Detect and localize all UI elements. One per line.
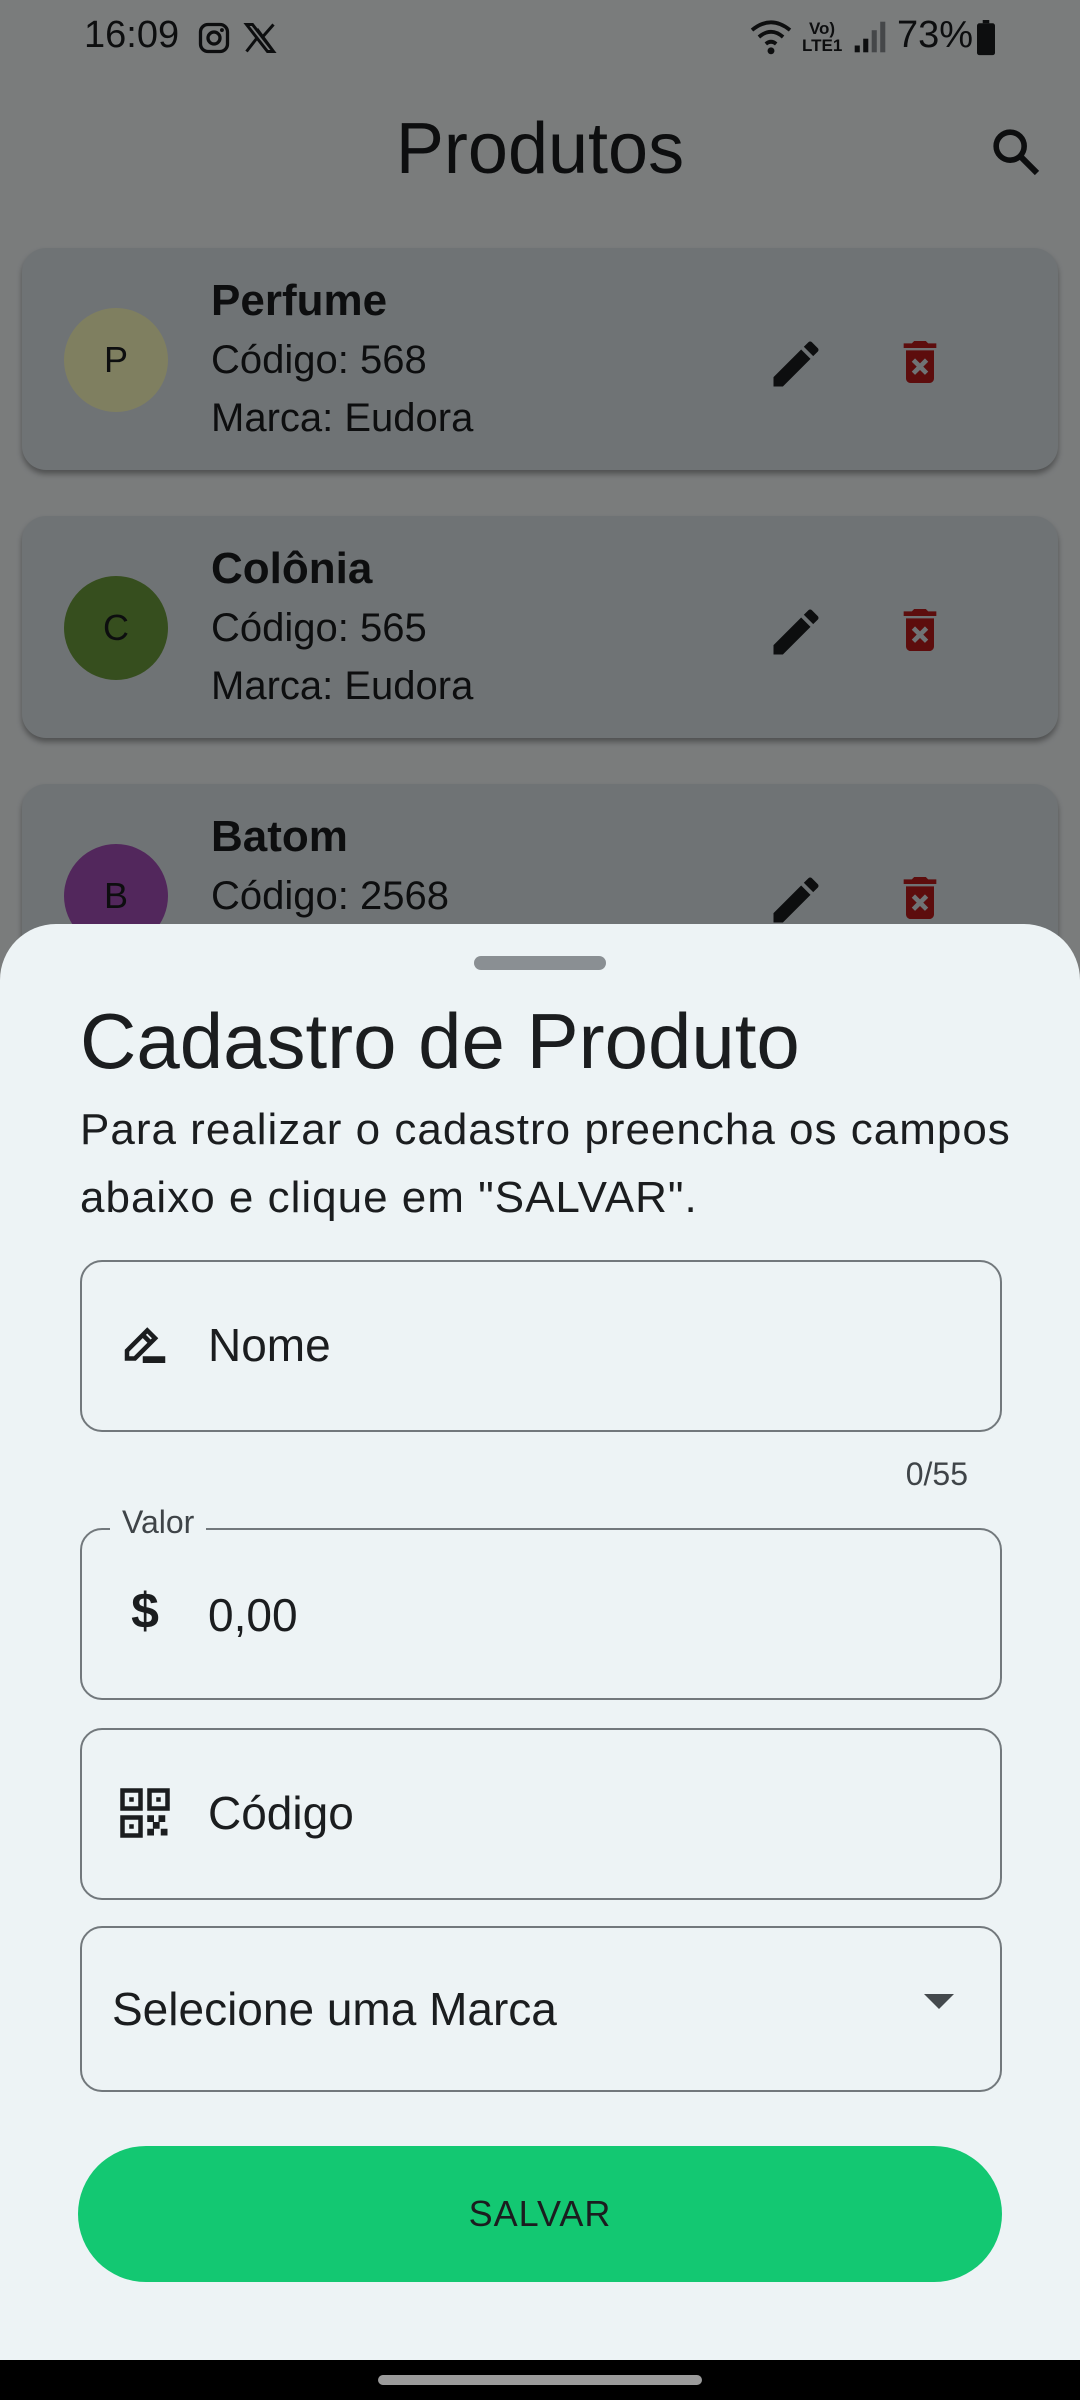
- bottom-sheet: Cadastro de Produto Para realizar o cada…: [0, 924, 1080, 2360]
- qr-code-icon: [118, 1786, 172, 1840]
- save-button[interactable]: SALVAR: [78, 2146, 1002, 2282]
- dropdown-arrow-icon: [924, 1994, 954, 2009]
- name-char-counter: 0/55: [905, 1456, 968, 1492]
- name-field[interactable]: Nome: [80, 1260, 1002, 1432]
- brand-select-placeholder: Selecione uma Marca: [112, 1983, 557, 2035]
- value-field[interactable]: Valor $ 0,00: [80, 1504, 1002, 1700]
- code-field[interactable]: Código: [80, 1728, 1002, 1900]
- code-placeholder: Código: [208, 1787, 354, 1839]
- app-screen: 16:09 Vo) LTE1 73% Produtos P Perfume Có…: [0, 0, 1080, 2360]
- value-input: 0,00: [208, 1589, 298, 1641]
- value-label: Valor: [110, 1504, 207, 1541]
- drag-handle[interactable]: [474, 956, 606, 970]
- edit-note-icon: [118, 1318, 172, 1372]
- gesture-nav-bar[interactable]: [378, 2375, 702, 2385]
- name-placeholder: Nome: [208, 1319, 331, 1371]
- dollar-icon: $: [131, 1583, 159, 1639]
- sheet-title: Cadastro de Produto: [80, 997, 800, 1085]
- brand-select[interactable]: Selecione uma Marca: [80, 1926, 1002, 2092]
- sheet-description: Para realizar o cadastro preencha os cam…: [80, 1105, 1011, 1222]
